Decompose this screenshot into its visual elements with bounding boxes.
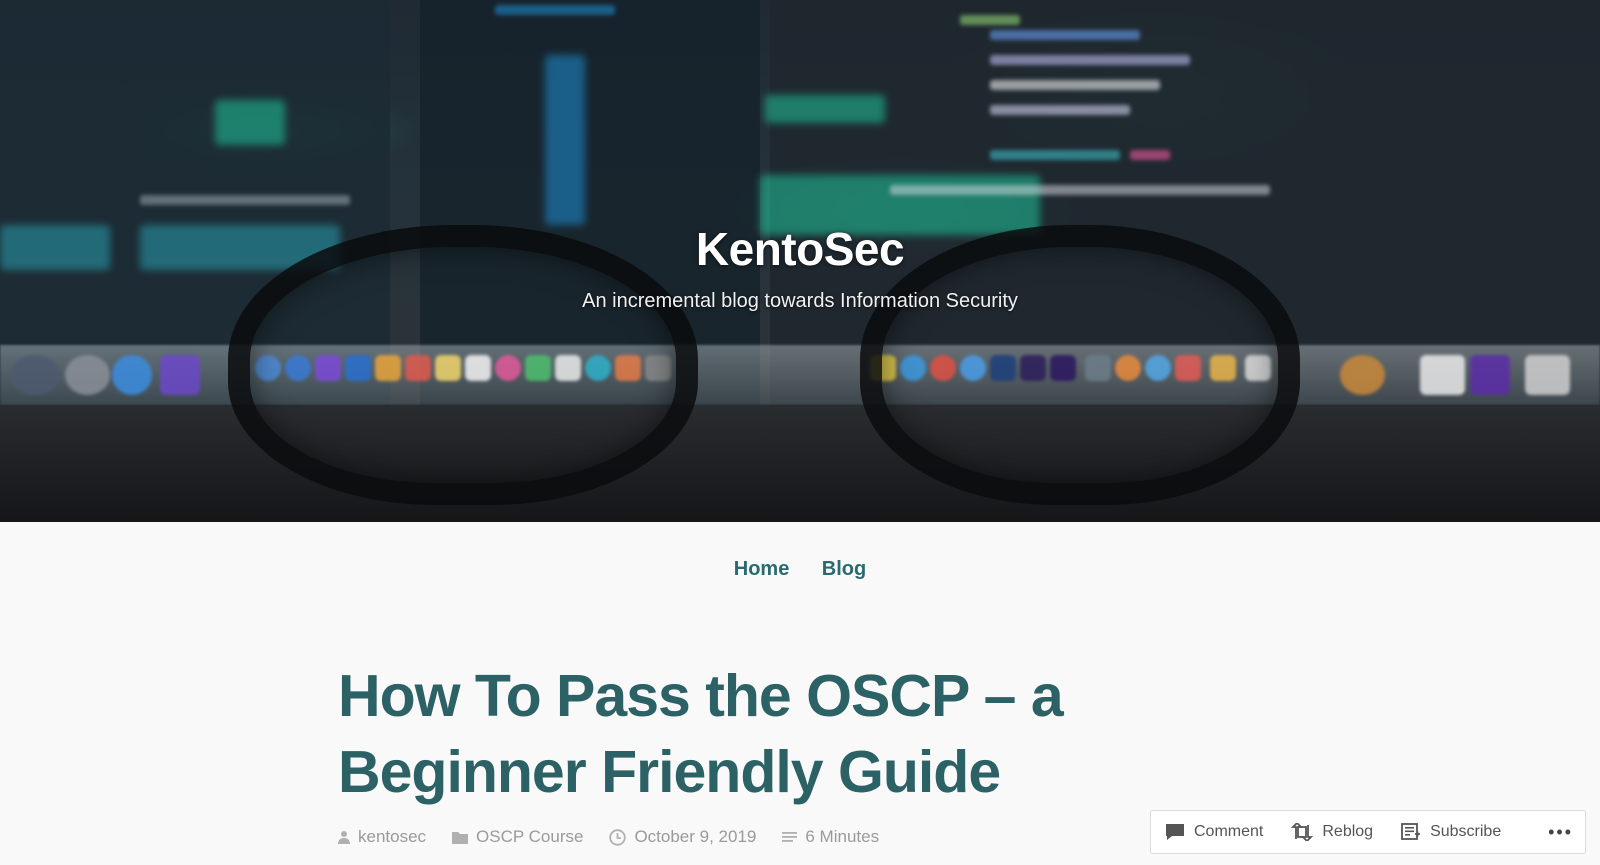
post-title[interactable]: How To Pass the OSCP – a Beginner Friend… xyxy=(338,658,1098,810)
main-navigation: Home Blog xyxy=(0,558,1600,581)
reblog-button[interactable]: Reblog xyxy=(1291,823,1373,841)
site-title[interactable]: KentoSec xyxy=(0,222,1600,276)
nav-item-home[interactable]: Home xyxy=(734,558,790,581)
person-icon xyxy=(338,831,350,844)
post-reading-time-text: 6 Minutes xyxy=(805,827,880,846)
nav-item-blog[interactable]: Blog xyxy=(822,558,866,581)
site-header: KentoSec An incremental blog towards Inf… xyxy=(0,0,1600,522)
post-reading-time: 6 Minutes xyxy=(782,827,879,847)
subscribe-button[interactable]: Subscribe xyxy=(1401,823,1501,841)
folder-icon xyxy=(452,831,469,844)
post-date-text: October 9, 2019 xyxy=(634,827,757,846)
comment-label: Comment xyxy=(1194,823,1264,840)
post-date[interactable]: October 9, 2019 xyxy=(609,827,756,847)
post-category-name: OSCP Course xyxy=(476,827,584,846)
site-tagline: An incremental blog towards Information … xyxy=(582,290,1018,312)
reblog-label: Reblog xyxy=(1322,823,1374,840)
subscribe-label: Subscribe xyxy=(1430,823,1502,840)
post-meta: kentosec OSCP Course October 9, 2019 6 M… xyxy=(338,827,905,847)
post-author[interactable]: kentosec xyxy=(338,827,426,847)
reader-icon xyxy=(1401,823,1421,840)
action-bar: Comment Reblog Subscribe ••• xyxy=(1150,810,1586,854)
comment-button[interactable]: Comment xyxy=(1165,823,1263,841)
post-category[interactable]: OSCP Course xyxy=(452,827,583,847)
reblog-icon xyxy=(1291,823,1314,841)
post-author-name: kentosec xyxy=(358,827,427,846)
ellipsis-icon: ••• xyxy=(1548,821,1573,842)
more-options-button[interactable]: ••• xyxy=(1548,822,1573,843)
lines-icon xyxy=(782,831,798,842)
speech-bubble-icon xyxy=(1166,824,1184,840)
clock-icon xyxy=(609,828,627,846)
